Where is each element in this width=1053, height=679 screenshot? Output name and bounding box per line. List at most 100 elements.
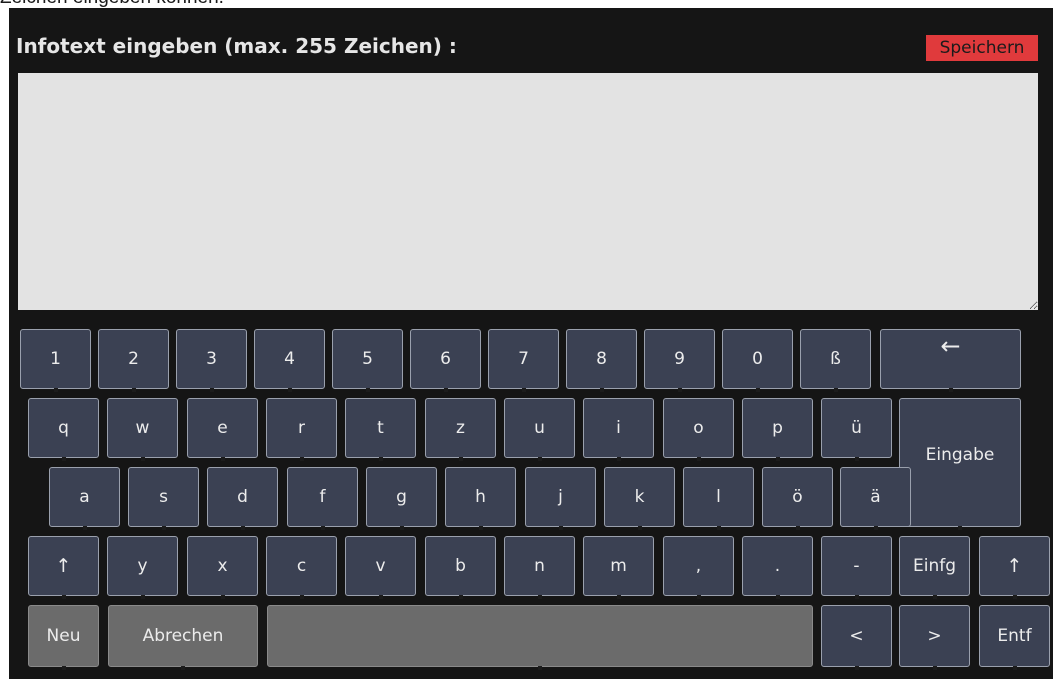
key-label: ü <box>851 418 862 438</box>
enter-key[interactable]: Eingabe <box>899 398 1021 530</box>
key-label: ä <box>870 487 881 507</box>
key-g[interactable]: g <box>366 467 437 530</box>
key-a[interactable]: a <box>49 467 120 530</box>
key-j[interactable]: j <box>525 467 596 530</box>
key-sz[interactable]: ß <box>800 329 871 392</box>
key-label: r <box>298 418 305 438</box>
key-0[interactable]: 0 <box>722 329 793 392</box>
key-i[interactable]: i <box>583 398 654 461</box>
key-label: y <box>137 556 148 576</box>
key-label: n <box>534 556 545 576</box>
key-l[interactable]: l <box>683 467 754 530</box>
key-label: a <box>79 487 90 507</box>
key-label: l <box>716 487 721 507</box>
key-s[interactable]: s <box>128 467 199 530</box>
key-n[interactable]: n <box>504 536 575 599</box>
key-label: Entf <box>997 626 1032 646</box>
key-label: 2 <box>128 349 139 369</box>
delete-key[interactable]: Entf <box>979 605 1050 670</box>
enter-key-label: Eingabe <box>925 445 995 465</box>
key-label: 7 <box>518 349 529 369</box>
key-label: 4 <box>284 349 295 369</box>
key-label: b <box>455 556 466 576</box>
cursor-right-key[interactable]: > <box>899 605 970 670</box>
key-label: 5 <box>362 349 373 369</box>
key-t[interactable]: t <box>345 398 416 461</box>
key-v[interactable]: v <box>345 536 416 599</box>
key-2[interactable]: 2 <box>98 329 169 392</box>
shift-up-icon: ↑ <box>55 555 72 577</box>
shift-right-key[interactable]: ↑ <box>979 536 1050 599</box>
key-label: - <box>853 556 860 576</box>
key-y[interactable]: y <box>107 536 178 599</box>
key-label: Abrechen <box>142 626 224 646</box>
key-label: p <box>772 418 783 438</box>
key-k[interactable]: k <box>604 467 675 530</box>
key-label: Einfg <box>912 556 956 576</box>
key-o[interactable]: o <box>663 398 734 461</box>
key-8[interactable]: 8 <box>566 329 637 392</box>
backspace-key[interactable]: ← <box>880 329 1021 392</box>
key-r[interactable]: r <box>266 398 337 461</box>
new-button[interactable]: Neu <box>28 605 99 670</box>
key-p[interactable]: p <box>742 398 813 461</box>
key-label: t <box>377 418 384 438</box>
key-label: x <box>217 556 228 576</box>
key-x[interactable]: x <box>187 536 258 599</box>
key-w[interactable]: w <box>107 398 178 461</box>
key-label: m <box>610 556 627 576</box>
key-label: u <box>534 418 545 438</box>
space-key[interactable] <box>267 605 813 670</box>
key-c[interactable]: c <box>266 536 337 599</box>
cursor-left-key[interactable]: < <box>821 605 892 670</box>
key-label: q <box>58 418 69 438</box>
key-4[interactable]: 4 <box>254 329 325 392</box>
key-6[interactable]: 6 <box>410 329 481 392</box>
key-h[interactable]: h <box>445 467 516 530</box>
key-label: s <box>159 487 168 507</box>
key-7[interactable]: 7 <box>488 329 559 392</box>
key-label: z <box>456 418 465 438</box>
key-period[interactable]: . <box>742 536 813 599</box>
key-label: g <box>396 487 407 507</box>
key-label: 6 <box>440 349 451 369</box>
key-label: ß <box>830 349 841 369</box>
save-button[interactable]: Speichern <box>926 35 1038 61</box>
key-label: . <box>774 556 781 576</box>
shift-left-key[interactable]: ↑ <box>28 536 99 599</box>
key-9[interactable]: 9 <box>644 329 715 392</box>
key-3[interactable]: 3 <box>176 329 247 392</box>
key-label: 0 <box>752 349 763 369</box>
key-hyphen[interactable]: - <box>821 536 892 599</box>
chevron-right-icon: > <box>927 626 942 646</box>
key-label: 1 <box>50 349 61 369</box>
key-z[interactable]: z <box>425 398 496 461</box>
key-5[interactable]: 5 <box>332 329 403 392</box>
key-f[interactable]: f <box>287 467 358 530</box>
insert-key[interactable]: Einfg <box>899 536 970 599</box>
chevron-left-icon: < <box>849 626 864 646</box>
key-label: ö <box>792 487 803 507</box>
cancel-button[interactable]: Abrechen <box>108 605 258 670</box>
key-ae[interactable]: ä <box>840 467 911 530</box>
key-oe[interactable]: ö <box>762 467 833 530</box>
key-e[interactable]: e <box>187 398 258 461</box>
key-label: k <box>634 487 645 507</box>
infotext-input[interactable] <box>18 73 1038 310</box>
key-label: w <box>135 418 150 438</box>
key-label: 9 <box>674 349 685 369</box>
key-label: d <box>237 487 248 507</box>
dialog-title-label: Infotext eingeben (max. 255 Zeichen) : <box>16 34 457 58</box>
key-label: o <box>693 418 704 438</box>
key-m[interactable]: m <box>583 536 654 599</box>
key-d[interactable]: d <box>207 467 278 530</box>
key-q[interactable]: q <box>28 398 99 461</box>
key-b[interactable]: b <box>425 536 496 599</box>
key-1[interactable]: 1 <box>20 329 91 392</box>
key-label: j <box>558 487 563 507</box>
key-label: , <box>695 556 702 576</box>
key-ue[interactable]: ü <box>821 398 892 461</box>
key-comma[interactable]: , <box>663 536 734 599</box>
key-label: v <box>375 556 386 576</box>
key-u[interactable]: u <box>504 398 575 461</box>
